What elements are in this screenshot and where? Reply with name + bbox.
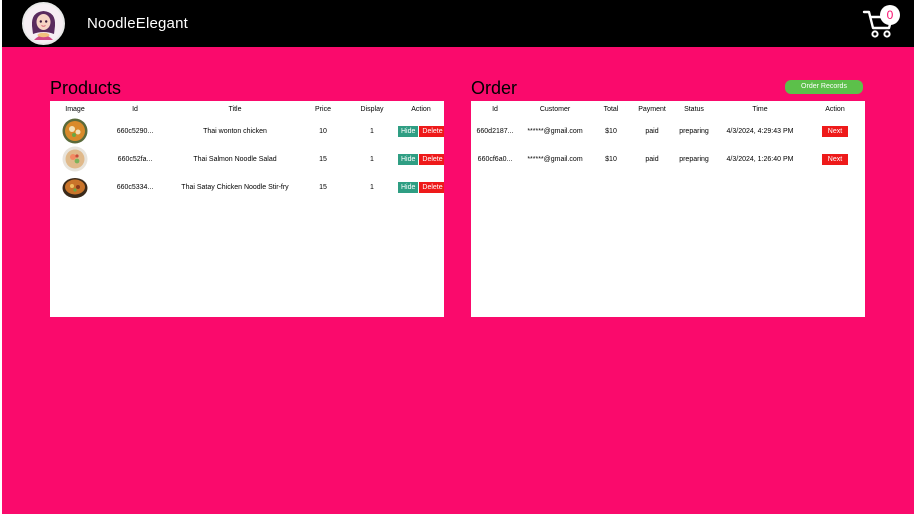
col-header-action: Action — [825, 105, 845, 113]
app-frame: NoodleElegant 0 Products Image Id Title … — [2, 0, 914, 514]
col-header-payment: Payment — [638, 105, 666, 113]
col-header-total: Total — [603, 105, 619, 113]
product-image-cell — [50, 173, 100, 201]
order-row: 660cf6a0... ******@gmail.com $10 paid pr… — [471, 145, 865, 173]
product-actions: Hide Delete — [398, 145, 444, 173]
product-price: 10 — [319, 127, 327, 135]
product-row: 660c5290... Thai wonton chicken 10 1 Hid… — [50, 117, 444, 145]
col-header-action: Action — [411, 105, 431, 113]
order-payment: paid — [645, 155, 659, 163]
col-header-customer: Customer — [539, 105, 571, 113]
order-total: $10 — [605, 127, 617, 135]
product-actions: Hide Delete — [398, 173, 444, 201]
delete-button[interactable]: Delete — [419, 181, 444, 193]
next-button[interactable]: Next — [821, 125, 849, 137]
product-title: Thai Salmon Noodle Salad — [193, 155, 277, 163]
order-status: preparing — [679, 155, 709, 163]
product-price: 15 — [319, 183, 327, 191]
products-title: Products — [50, 78, 122, 98]
order-time: 4/3/2024, 4:29:43 PM — [726, 127, 794, 135]
order-header-row: Id Customer Total Payment Status Time Ac… — [471, 101, 865, 117]
hide-button[interactable]: Hide — [398, 181, 419, 193]
delete-button[interactable]: Delete — [419, 125, 444, 137]
top-nav-bar: NoodleElegant — [2, 0, 914, 47]
order-payment: paid — [645, 127, 659, 135]
order-customer: ******@gmail.com — [527, 127, 583, 135]
salad-plate-image — [62, 146, 88, 172]
order-id: 660cf6a0... — [477, 155, 513, 163]
order-customer: ******@gmail.com — [527, 155, 583, 163]
product-id: 660c5290... — [116, 127, 154, 135]
product-image-cell — [50, 145, 100, 173]
col-header-time: Time — [752, 105, 768, 113]
order-total: $10 — [605, 155, 617, 163]
product-display: 1 — [370, 127, 374, 135]
product-id: 660c5334... — [116, 183, 154, 191]
order-time: 4/3/2024, 1:26:40 PM — [726, 155, 794, 163]
order-id: 660d2187... — [476, 127, 514, 135]
col-header-id: Id — [492, 105, 498, 113]
delete-button[interactable]: Delete — [419, 153, 444, 165]
product-display: 1 — [370, 155, 374, 163]
col-header-title: Title — [228, 105, 242, 113]
next-button[interactable]: Next — [821, 153, 849, 165]
order-table: Id Customer Total Payment Status Time Ac… — [471, 101, 865, 173]
stir-fry-bowl-image — [62, 178, 88, 198]
product-title: Thai wonton chicken — [203, 127, 267, 135]
products-table: Image Id Title Price Display Action 660c… — [50, 101, 444, 201]
product-display: 1 — [370, 183, 374, 191]
product-actions: Hide Delete — [398, 117, 444, 145]
order-row: 660d2187... ******@gmail.com $10 paid pr… — [471, 117, 865, 145]
product-row: 660c52fa... Thai Salmon Noodle Salad 15 … — [50, 145, 444, 173]
order-status: preparing — [679, 127, 709, 135]
cart-count-badge: 0 — [880, 5, 900, 25]
order-action: Next — [805, 145, 865, 173]
hide-button[interactable]: Hide — [398, 125, 419, 137]
product-row: 660c5334... Thai Satay Chicken Noodle St… — [50, 173, 444, 201]
col-header-display: Display — [360, 105, 384, 113]
product-title: Thai Satay Chicken Noodle Stir-fry — [181, 183, 289, 191]
product-price: 15 — [319, 155, 327, 163]
col-header-price: Price — [315, 105, 331, 113]
products-panel: Image Id Title Price Display Action 660c… — [50, 101, 444, 317]
order-title: Order — [471, 78, 518, 98]
order-records-button[interactable]: Order Records — [785, 80, 863, 94]
brand-avatar-logo[interactable] — [22, 2, 65, 45]
products-header-row: Image Id Title Price Display Action — [50, 101, 444, 117]
hide-button[interactable]: Hide — [398, 153, 419, 165]
order-panel: Id Customer Total Payment Status Time Ac… — [471, 101, 865, 317]
soup-bowl-image — [62, 118, 88, 144]
brand-name[interactable]: NoodleElegant — [87, 15, 188, 32]
product-image-cell — [50, 117, 100, 145]
order-action: Next — [805, 117, 865, 145]
col-header-status: Status — [684, 105, 704, 113]
col-header-image: Image — [65, 105, 85, 113]
col-header-id: Id — [132, 105, 138, 113]
product-id: 660c52fa... — [117, 155, 153, 163]
